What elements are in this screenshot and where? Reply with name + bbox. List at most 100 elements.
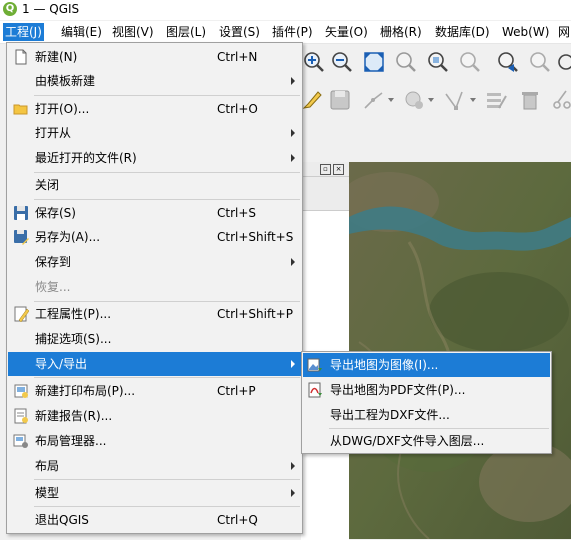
- menu-plugins[interactable]: 插件(P): [272, 24, 313, 40]
- panel-header: ▫ ×: [301, 162, 349, 177]
- menu-item-new-print-layout[interactable]: 新建打印布局(P)... Ctrl+P: [8, 379, 301, 403]
- menu-item-label: 保存到: [35, 255, 72, 269]
- float-panel-icon[interactable]: ▫: [320, 164, 331, 175]
- zoom-to-selection-icon[interactable]: [394, 50, 418, 74]
- new-print-layout-icon: [14, 384, 28, 398]
- save-edits-icon[interactable]: [328, 88, 352, 112]
- zoom-native-icon[interactable]: [458, 50, 482, 74]
- submenu-item-label: 导出工程为DXF文件...: [330, 408, 450, 422]
- submenu-item-label: 导出地图为图像(I)...: [330, 358, 439, 372]
- layout-manager-icon: [13, 434, 28, 448]
- menu-separator: [34, 199, 300, 200]
- folder-open-icon: [13, 104, 28, 115]
- submenu-arrow-icon: [291, 360, 295, 368]
- menu-item-label: 布局: [35, 459, 60, 473]
- digitize-line-icon[interactable]: [362, 88, 386, 112]
- submenu-item-import-dwg-dxf[interactable]: 从DWG/DXF文件导入图层...: [303, 429, 550, 453]
- menu-item-label: 最近打开的文件(R): [35, 151, 137, 165]
- zoom-out-icon[interactable]: [330, 50, 354, 74]
- menu-item-import-export[interactable]: 导入/导出: [8, 352, 301, 376]
- refresh-icon[interactable]: [554, 50, 571, 74]
- delete-selected-icon[interactable]: [518, 88, 542, 112]
- menu-item-shortcut: Ctrl+S: [217, 206, 257, 220]
- submenu-item-export-project-dxf[interactable]: 导出工程为DXF文件...: [303, 403, 550, 427]
- qgis-logo-icon: Q: [3, 2, 17, 16]
- menu-separator: [34, 95, 300, 96]
- export-pdf-icon: [308, 382, 322, 398]
- menu-item-label: 捕捉选项(S)...: [35, 332, 112, 346]
- menu-separator: [34, 377, 300, 378]
- chevron-down-icon[interactable]: [428, 98, 434, 102]
- menu-item-new-report[interactable]: 新建报告(R)...: [8, 404, 301, 428]
- menu-item-recent-projects[interactable]: 最近打开的文件(R): [8, 146, 301, 170]
- save-icon: [14, 206, 28, 220]
- save-as-icon: [14, 230, 29, 245]
- import-export-submenu: 导出地图为图像(I)... 导出地图为PDF文件(P)... 导出工程为DXF文…: [301, 351, 552, 454]
- menu-item-label: 由模板新建: [35, 74, 96, 88]
- menu-item-label: 恢复...: [35, 280, 71, 294]
- menu-item-exit[interactable]: 退出QGIS Ctrl+Q: [8, 508, 301, 532]
- menu-item-snapping-options[interactable]: 捕捉选项(S)...: [8, 327, 301, 351]
- zoom-full-icon[interactable]: [362, 50, 386, 74]
- menu-item-close[interactable]: 关闭: [8, 173, 301, 197]
- new-file-icon: [15, 49, 27, 65]
- close-panel-icon[interactable]: ×: [333, 164, 344, 175]
- submenu-arrow-icon: [291, 258, 295, 266]
- menu-edit[interactable]: 编辑(E): [61, 24, 102, 40]
- cut-features-icon[interactable]: [550, 88, 571, 112]
- menu-item-open[interactable]: 打开(O)... Ctrl+O: [8, 97, 301, 121]
- menu-item-save[interactable]: 保存(S) Ctrl+S: [8, 201, 301, 225]
- menu-item-label: 导入/导出: [35, 357, 88, 371]
- project-menu: 新建(N) Ctrl+N 由模板新建 打开(O)... Ctrl+O 打开从 最…: [6, 42, 303, 534]
- chevron-down-icon[interactable]: [470, 98, 476, 102]
- menu-project[interactable]: 工程(J): [3, 23, 44, 41]
- zoom-next-icon[interactable]: [528, 50, 552, 74]
- menu-raster[interactable]: 栅格(R): [380, 24, 422, 40]
- zoom-last-icon[interactable]: [496, 50, 520, 74]
- submenu-item-label: 导出地图为PDF文件(P)...: [330, 383, 466, 397]
- chevron-down-icon[interactable]: [388, 98, 394, 102]
- menu-item-shortcut: Ctrl+O: [217, 102, 258, 116]
- menu-item-shortcut: Ctrl+Shift+S: [217, 230, 294, 244]
- menu-item-models[interactable]: 模型: [8, 481, 301, 505]
- submenu-arrow-icon: [291, 489, 295, 497]
- submenu-item-export-map-image[interactable]: 导出地图为图像(I)...: [303, 353, 550, 377]
- menu-item-new[interactable]: 新建(N) Ctrl+N: [8, 45, 301, 69]
- menu-item-label: 新建报告(R)...: [35, 409, 113, 423]
- menu-database[interactable]: 数据库(D): [435, 24, 490, 40]
- menu-item-shortcut: Ctrl+Shift+P: [217, 307, 293, 321]
- zoom-in-icon[interactable]: [302, 50, 326, 74]
- map-navigation-toolbar: [300, 44, 571, 80]
- modify-attributes-icon[interactable]: [484, 88, 508, 112]
- menu-vector[interactable]: 矢量(O): [325, 24, 368, 40]
- menu-item-open-from[interactable]: 打开从: [8, 121, 301, 145]
- menu-item-revert[interactable]: 恢复...: [8, 275, 301, 299]
- submenu-arrow-icon: [291, 77, 295, 85]
- menu-item-save-to[interactable]: 保存到: [8, 250, 301, 274]
- toggle-editing-icon[interactable]: [300, 88, 324, 112]
- menu-item-save-as[interactable]: 另存为(A)... Ctrl+Shift+S: [8, 225, 301, 249]
- menu-item-project-properties[interactable]: 工程属性(P)... Ctrl+Shift+P: [8, 302, 301, 326]
- submenu-item-export-map-pdf[interactable]: 导出地图为PDF文件(P)...: [303, 378, 550, 402]
- menu-item-shortcut: Ctrl+Q: [217, 513, 258, 527]
- menu-item-layouts[interactable]: 布局: [8, 454, 301, 478]
- menu-separator: [34, 479, 300, 480]
- menu-view[interactable]: 视图(V): [112, 24, 154, 40]
- window-title: 1 — QGIS: [22, 2, 80, 16]
- add-feature-icon[interactable]: [402, 88, 426, 112]
- menu-item-label: 关闭: [35, 178, 60, 192]
- menu-layer[interactable]: 图层(L): [166, 24, 206, 40]
- menu-more[interactable]: 网: [558, 24, 570, 40]
- menu-item-label: 布局管理器...: [35, 434, 107, 448]
- menu-item-layout-manager[interactable]: 布局管理器...: [8, 429, 301, 453]
- menu-web[interactable]: Web(W): [502, 24, 549, 40]
- menu-item-new-from-template[interactable]: 由模板新建: [8, 69, 301, 93]
- new-report-icon: [14, 408, 28, 424]
- menu-settings[interactable]: 设置(S): [219, 24, 260, 40]
- menu-item-label: 另存为(A)...: [35, 230, 101, 244]
- menu-item-label: 打开从: [35, 126, 72, 140]
- menu-item-label: 新建(N): [35, 50, 78, 64]
- submenu-arrow-icon: [291, 129, 295, 137]
- zoom-to-layer-icon[interactable]: [426, 50, 450, 74]
- vertex-tool-icon[interactable]: [442, 88, 466, 112]
